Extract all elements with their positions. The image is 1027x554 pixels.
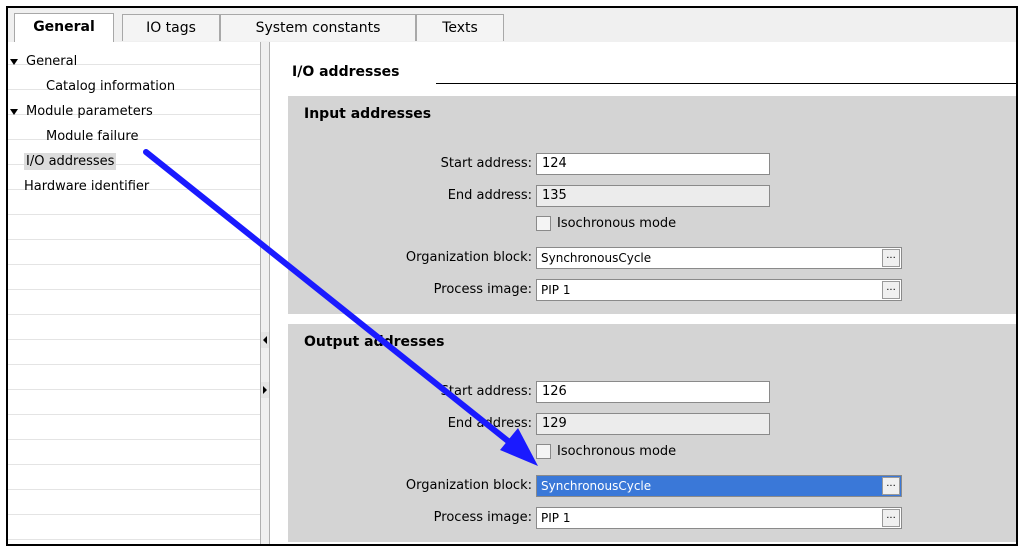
output-addresses-panel: Output addresses Start address: 126 End … — [288, 324, 1016, 542]
output-organization-block-select[interactable]: SynchronousCycle ... — [536, 475, 902, 497]
panel-title: Input addresses — [304, 106, 432, 122]
isochronous-checkbox[interactable] — [536, 216, 551, 231]
section-title: I/O addresses — [292, 64, 400, 80]
tree-item-label: Catalog information — [46, 79, 176, 94]
tab-system-constants[interactable]: System constants — [220, 14, 416, 41]
input-start-address-field[interactable]: 124 — [536, 153, 770, 175]
expand-arrow-icon[interactable] — [10, 59, 18, 65]
collapse-left-button[interactable] — [261, 332, 269, 348]
panel-splitter[interactable] — [260, 42, 270, 544]
tab-bar: General IO tags System constants Texts — [8, 8, 1016, 43]
input-addresses-panel: Input addresses Start address: 124 End a… — [288, 96, 1016, 314]
select-value: SynchronousCycle — [541, 251, 652, 265]
organization-block-label: Organization block: — [405, 250, 532, 265]
process-image-label: Process image: — [433, 510, 532, 525]
input-end-address-field: 135 — [536, 185, 770, 207]
tree-item-label: Module parameters — [26, 104, 153, 119]
tree-item-catalog-information[interactable]: Catalog information — [46, 75, 175, 100]
expand-right-button[interactable] — [261, 382, 269, 398]
tree-item-hardware-identifier[interactable]: Hardware identifier — [24, 175, 149, 200]
input-organization-block-select[interactable]: SynchronousCycle ... — [536, 247, 902, 269]
arrow-left-icon — [263, 336, 267, 344]
checkbox-label: Isochronous mode — [557, 444, 677, 459]
tree-item-io-addresses[interactable]: I/O addresses — [24, 150, 117, 175]
end-address-label: End address: — [447, 416, 532, 431]
select-value: PIP 1 — [541, 283, 571, 297]
tree-item-general[interactable]: General — [10, 50, 77, 75]
navigation-tree: General Catalog information Module param… — [8, 42, 260, 544]
output-process-image-select[interactable]: PIP 1 ... — [536, 507, 902, 529]
input-process-image-select[interactable]: PIP 1 ... — [536, 279, 902, 301]
browse-button[interactable]: ... — [882, 249, 900, 267]
tree-item-module-parameters[interactable]: Module parameters — [10, 100, 153, 125]
select-value: SynchronousCycle — [541, 479, 652, 493]
checkbox-label: Isochronous mode — [557, 216, 677, 231]
panel-title: Output addresses — [304, 334, 445, 350]
tab-general[interactable]: General — [14, 13, 114, 42]
browse-button[interactable]: ... — [882, 509, 900, 527]
browse-button[interactable]: ... — [882, 281, 900, 299]
process-image-label: Process image: — [433, 282, 532, 297]
properties-window: General IO tags System constants Texts G… — [6, 6, 1018, 546]
section-divider — [436, 83, 1016, 84]
start-address-label: Start address: — [440, 156, 532, 171]
tree-item-label: Module failure — [46, 129, 139, 144]
browse-button[interactable]: ... — [882, 477, 900, 495]
properties-content: I/O addresses Input addresses Start addr… — [270, 42, 1016, 544]
tree-item-label: Hardware identifier — [24, 179, 150, 194]
organization-block-label: Organization block: — [405, 478, 532, 493]
tab-texts[interactable]: Texts — [416, 14, 504, 41]
tree-item-label: General — [26, 54, 78, 69]
select-value: PIP 1 — [541, 511, 571, 525]
arrow-right-icon — [263, 386, 267, 394]
expand-arrow-icon[interactable] — [10, 109, 18, 115]
output-start-address-field[interactable]: 126 — [536, 381, 770, 403]
tree-item-label: I/O addresses — [24, 153, 117, 170]
tree-item-module-failure[interactable]: Module failure — [46, 125, 138, 150]
start-address-label: Start address: — [440, 384, 532, 399]
tab-io-tags[interactable]: IO tags — [122, 14, 220, 41]
output-end-address-field: 129 — [536, 413, 770, 435]
end-address-label: End address: — [447, 188, 532, 203]
isochronous-checkbox[interactable] — [536, 444, 551, 459]
